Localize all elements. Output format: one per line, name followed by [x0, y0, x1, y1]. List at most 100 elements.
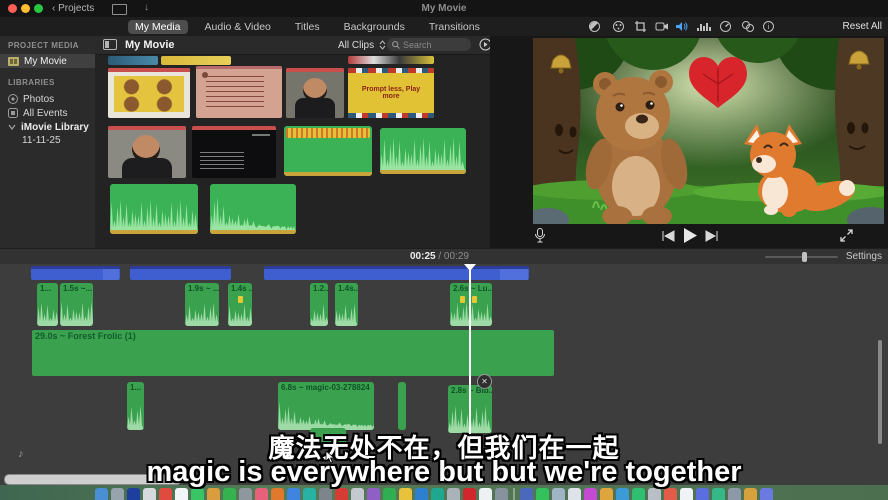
crop-icon[interactable] — [634, 20, 648, 33]
media-audio-clip[interactable] — [210, 184, 296, 234]
dock-app-icon[interactable] — [383, 488, 396, 500]
dock-app-icon[interactable] — [552, 488, 565, 500]
dock-app-icon[interactable] — [744, 488, 757, 500]
audio-clip[interactable]: 1... — [127, 382, 144, 430]
speed-icon[interactable] — [719, 20, 733, 33]
color-correction-icon[interactable] — [612, 20, 626, 33]
dock-app-icon[interactable] — [760, 488, 773, 500]
dock-app-icon[interactable] — [303, 488, 316, 500]
record-voiceover-icon[interactable] — [534, 228, 546, 243]
dock-app-icon[interactable] — [495, 488, 508, 500]
dock-app-icon[interactable] — [479, 488, 492, 500]
dock-app-icon[interactable] — [399, 488, 412, 500]
playhead[interactable] — [469, 264, 471, 450]
preview-video[interactable] — [533, 38, 884, 224]
dock-app-icon[interactable] — [568, 488, 581, 500]
dock[interactable] — [95, 488, 773, 500]
dock-app-icon[interactable] — [616, 488, 629, 500]
dock-app-icon[interactable] — [536, 488, 549, 500]
dock-app-icon[interactable] — [287, 488, 300, 500]
clip-mute-badge[interactable]: ✕ — [477, 374, 492, 389]
media-thumbnail-partial[interactable] — [348, 56, 434, 64]
play-button[interactable] — [682, 227, 698, 244]
skip-forward-button[interactable] — [705, 230, 719, 242]
audio-clip[interactable]: 1.9s ~ ... — [185, 283, 219, 326]
media-thumbnail-terminal[interactable] — [192, 126, 276, 178]
music-track[interactable]: 29.0s ~ Forest Frolic (1) — [32, 330, 554, 376]
timeline-zoom-slider-thumb[interactable] — [802, 252, 807, 262]
audio-clip[interactable]: 1... — [37, 283, 58, 326]
dock-app-icon[interactable] — [520, 488, 533, 500]
audio-clip[interactable] — [398, 382, 406, 430]
dock-app-icon[interactable] — [223, 488, 236, 500]
dock-app-icon[interactable] — [584, 488, 597, 500]
sidebar-item-event-date[interactable]: 11-11-25 — [0, 133, 95, 147]
media-thumbnail-slide[interactable]: Prompt less, Play more — [348, 68, 434, 118]
media-thumbnail-partial[interactable] — [108, 56, 158, 65]
sidebar-item-my-movie[interactable]: My Movie — [0, 54, 95, 68]
fullscreen-icon[interactable] — [840, 229, 853, 242]
tab-transitions[interactable]: Transitions — [422, 20, 487, 34]
color-balance-icon[interactable] — [588, 20, 602, 33]
dock-app-icon[interactable] — [447, 488, 460, 500]
dock-app-icon[interactable] — [319, 488, 332, 500]
audio-clip[interactable]: 1.4s ... — [228, 283, 252, 326]
settings-button[interactable]: Settings — [846, 251, 882, 262]
dock-app-icon[interactable] — [239, 488, 252, 500]
media-thumbnail-bear-collage[interactable] — [108, 68, 190, 118]
audio-clip[interactable]: 1.4s... — [335, 283, 358, 326]
sidebar-item-imovie-library[interactable]: iMovie Library — [0, 120, 95, 134]
clip-info-icon[interactable]: i — [762, 20, 776, 33]
dock-app-icon[interactable] — [712, 488, 725, 500]
audio-clip[interactable]: 6.8s ~ magic-03-278824 — [278, 382, 374, 430]
noise-equalizer-icon[interactable] — [697, 20, 711, 33]
dock-app-icon[interactable] — [207, 488, 220, 500]
skip-back-button[interactable] — [661, 230, 675, 242]
dock-app-icon[interactable] — [696, 488, 709, 500]
dock-app-icon[interactable] — [680, 488, 693, 500]
media-thumbnail-presenter[interactable] — [286, 68, 344, 118]
dock-app-icon[interactable] — [95, 488, 108, 500]
media-audio-clip[interactable] — [284, 126, 372, 176]
dock-app-icon[interactable] — [632, 488, 645, 500]
dock-app-icon[interactable] — [335, 488, 348, 500]
audio-clip[interactable]: 1.2... — [310, 283, 328, 326]
dock-app-icon[interactable] — [728, 488, 741, 500]
media-audio-clip[interactable] — [110, 184, 198, 234]
volume-icon[interactable] — [675, 20, 689, 33]
tab-audio-video[interactable]: Audio & Video — [198, 20, 278, 34]
tab-my-media[interactable]: My Media — [128, 20, 188, 34]
dock-app-icon[interactable] — [367, 488, 380, 500]
dock-app-icon[interactable] — [255, 488, 268, 500]
audio-clip[interactable]: 1.5s ~... — [60, 283, 93, 326]
clip-filter-icon[interactable] — [741, 20, 755, 33]
sidebar-item-all-events[interactable]: All Events — [0, 106, 95, 120]
video-clip-bar[interactable] — [264, 266, 529, 280]
media-audio-clip[interactable] — [380, 128, 466, 174]
tab-titles[interactable]: Titles — [288, 20, 327, 34]
dock-app-icon[interactable] — [351, 488, 364, 500]
stabilization-camera-icon[interactable] — [655, 20, 669, 33]
all-clips-dropdown[interactable]: All Clips — [338, 40, 386, 51]
dock-app-icon[interactable] — [159, 488, 172, 500]
video-clip-bar[interactable] — [130, 266, 231, 280]
dock-app-icon[interactable] — [175, 488, 188, 500]
media-thumbnail-presenter-headphones[interactable] — [108, 126, 186, 178]
dock-app-icon[interactable] — [143, 488, 156, 500]
search-input[interactable]: Search — [387, 38, 471, 51]
dock-app-icon[interactable] — [648, 488, 661, 500]
dock-app-icon[interactable] — [600, 488, 613, 500]
dock-app-icon[interactable] — [415, 488, 428, 500]
media-thumbnail-partial[interactable] — [161, 56, 231, 65]
sidebar-toggle-icon[interactable] — [103, 39, 117, 50]
sidebar-item-photos[interactable]: Photos — [0, 92, 95, 106]
dock-app-icon[interactable] — [431, 488, 444, 500]
dock-app-icon[interactable] — [191, 488, 204, 500]
audio-clip[interactable]: 2.6s ~ Lu... — [450, 283, 492, 326]
reset-all-button[interactable]: Reset All — [843, 21, 882, 32]
tab-backgrounds[interactable]: Backgrounds — [337, 20, 412, 34]
dock-app-icon[interactable] — [271, 488, 284, 500]
dock-app-icon[interactable] — [111, 488, 124, 500]
media-thumbnail-document[interactable] — [196, 66, 282, 118]
dock-app-icon[interactable] — [127, 488, 140, 500]
